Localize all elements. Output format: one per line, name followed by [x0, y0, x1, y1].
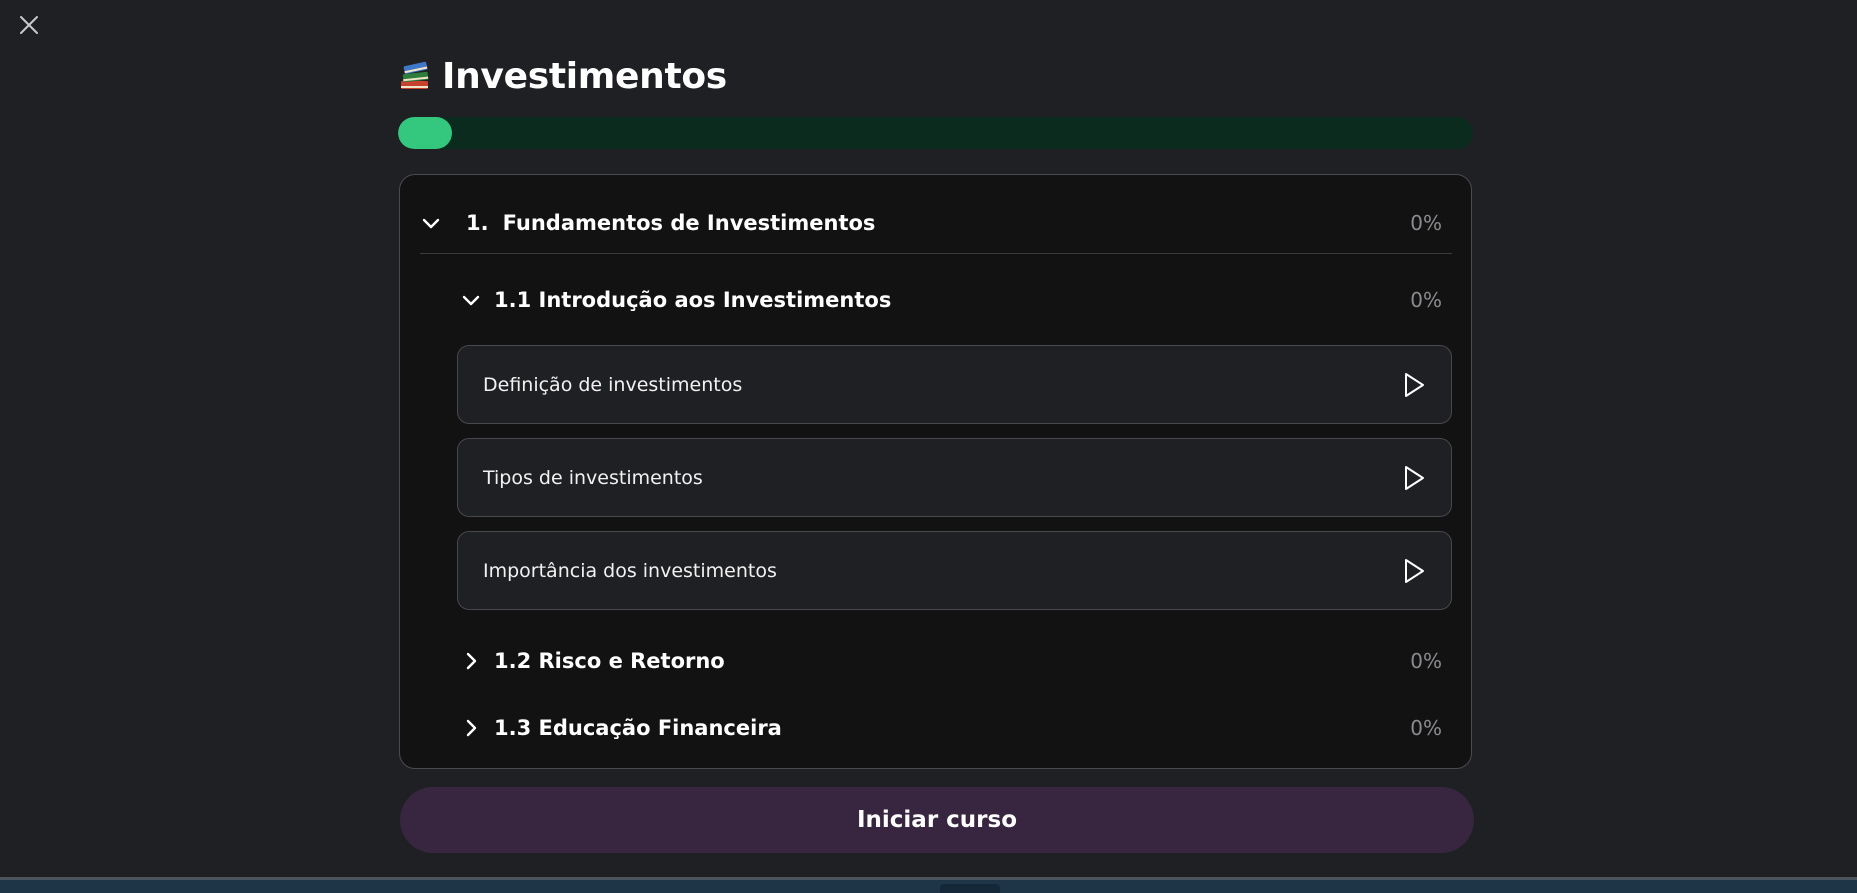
module-progress-percent: 0%: [1410, 211, 1442, 235]
module-header-1[interactable]: 1. Fundamentos de Investimentos 0%: [420, 195, 1452, 251]
chevron-right-icon: [460, 717, 482, 739]
topic-card-definicao[interactable]: Definição de investimentos: [457, 345, 1452, 424]
lesson-title: 1.1 Introdução aos Investimentos: [494, 288, 892, 312]
play-icon[interactable]: [1401, 371, 1427, 399]
close-button[interactable]: [16, 12, 42, 38]
course-progress-bar: [398, 117, 1473, 149]
chevron-down-icon: [420, 212, 442, 234]
module-divider: [420, 253, 1452, 254]
module-title: Fundamentos de Investimentos: [502, 211, 876, 235]
topic-label: Definição de investimentos: [483, 373, 743, 396]
lesson-header-1-2[interactable]: 1.2 Risco e Retorno 0%: [460, 639, 1452, 683]
course-overview-page: Investimentos 1. Fundamentos de Investim…: [0, 0, 1857, 893]
bottom-bar-handle: [940, 884, 1000, 893]
lesson-header-1-3[interactable]: 1.3 Educação Financeira 0%: [460, 706, 1452, 750]
topic-card-tipos[interactable]: Tipos de investimentos: [457, 438, 1452, 517]
start-course-button[interactable]: Iniciar curso: [400, 787, 1474, 853]
topic-label: Importância dos investimentos: [483, 559, 777, 582]
title-row: Investimentos: [398, 52, 727, 100]
lesson-title: 1.2 Risco e Retorno: [494, 649, 725, 673]
lesson-header-1-1[interactable]: 1.1 Introdução aos Investimentos 0%: [460, 278, 1452, 322]
books-emoji-icon: [398, 59, 432, 93]
lesson-title: 1.3 Educação Financeira: [494, 716, 782, 740]
chevron-right-icon: [460, 650, 482, 672]
chevron-down-icon: [460, 289, 482, 311]
lesson-progress-percent: 0%: [1410, 649, 1442, 673]
play-icon[interactable]: [1401, 557, 1427, 585]
topic-label: Tipos de investimentos: [483, 466, 703, 489]
module-number: 1.: [466, 211, 489, 235]
topic-card-importancia[interactable]: Importância dos investimentos: [457, 531, 1452, 610]
play-icon[interactable]: [1401, 464, 1427, 492]
lesson-progress-percent: 0%: [1410, 288, 1442, 312]
bottom-bar: [0, 877, 1857, 893]
page-title: Investimentos: [442, 55, 727, 97]
lesson-progress-percent: 0%: [1410, 716, 1442, 740]
course-progress-fill: [398, 117, 452, 149]
course-content-panel: 1. Fundamentos de Investimentos 0% 1.1 I…: [399, 174, 1472, 769]
close-icon: [20, 16, 38, 34]
